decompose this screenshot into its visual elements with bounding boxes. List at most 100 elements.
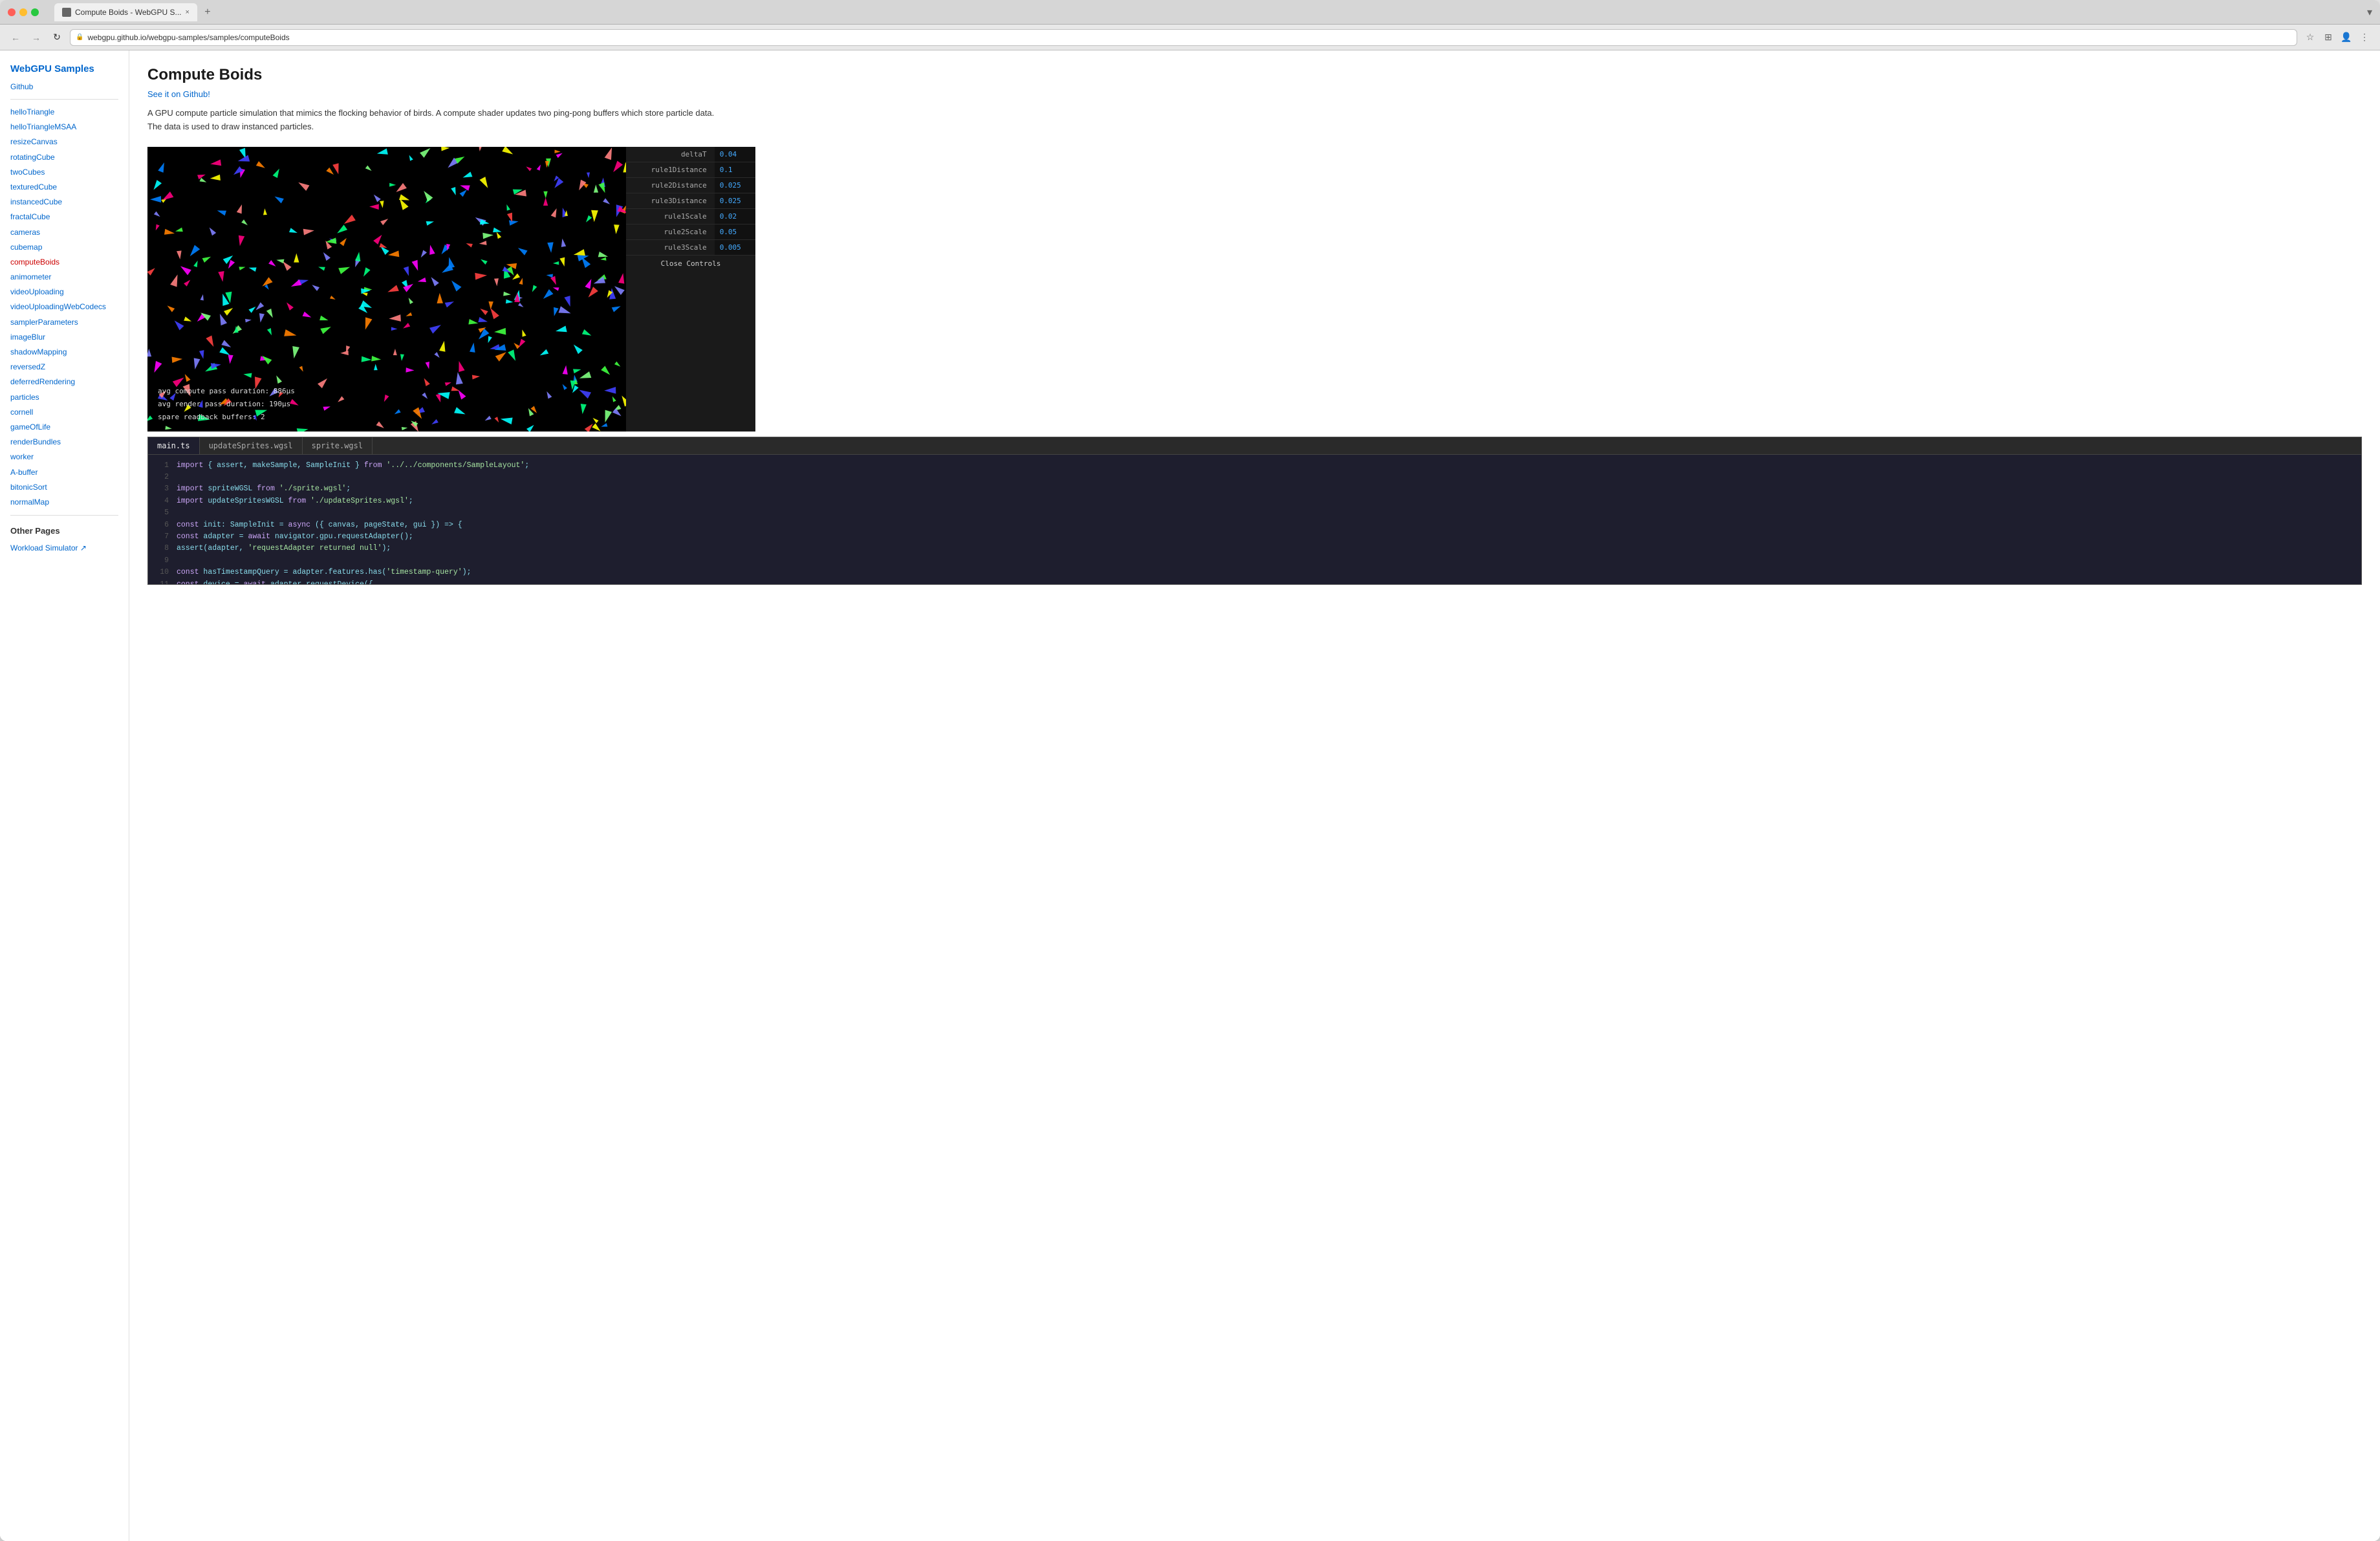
reload-button[interactable]: ↻	[49, 30, 65, 45]
sidebar-item-twoCubes[interactable]: twoCubes	[10, 165, 118, 180]
maximize-button[interactable]	[31, 8, 39, 16]
control-value-rule1Scale[interactable]: 0.02	[715, 208, 755, 224]
line-number: 9	[153, 555, 169, 567]
code-tab-main-ts[interactable]: main.ts	[148, 437, 200, 454]
tab-close-button[interactable]: ×	[186, 8, 189, 16]
address-bar[interactable]: 🔒 webgpu.github.io/webgpu-samples/sample…	[70, 29, 2297, 46]
stats-overlay: avg compute pass duration: 886µs avg ren…	[158, 385, 295, 423]
sidebar-item-instancedCube[interactable]: instancedCube	[10, 195, 118, 210]
sidebar-item-normalMap[interactable]: normalMap	[10, 495, 118, 510]
code-editor: 1 import { assert, makeSample, SampleInit…	[148, 455, 2361, 584]
browser-body: WebGPU Samples Github helloTrianglehello…	[0, 50, 2380, 1541]
line-number: 11	[153, 579, 169, 584]
control-value-rule3Scale[interactable]: 0.005	[715, 239, 755, 255]
sidebar-item-helloTriangleMSAA[interactable]: helloTriangleMSAA	[10, 120, 118, 135]
minimize-button[interactable]	[19, 8, 27, 16]
control-label-rule1Scale: rule1Scale	[626, 208, 715, 224]
controls-panel: deltaT0.04rule1Distance0.1rule2Distance0…	[626, 147, 755, 432]
render-pass-stat: avg render pass duration: 190µs	[158, 398, 295, 411]
close-controls-button[interactable]: Close Controls	[626, 256, 755, 272]
bookmark-icon[interactable]: ☆	[2302, 30, 2318, 45]
sidebar-divider-2	[10, 515, 118, 516]
sidebar-item-texturedCube[interactable]: texturedCube	[10, 180, 118, 195]
sidebar-item-samplerParameters[interactable]: samplerParameters	[10, 315, 118, 330]
line-content: import { assert, makeSample, SampleInit …	[177, 460, 529, 472]
sidebar: WebGPU Samples Github helloTrianglehello…	[0, 50, 129, 1541]
back-button[interactable]: ←	[8, 30, 23, 45]
sidebar-item-workload-simulator[interactable]: Workload Simulator ↗	[10, 541, 118, 556]
control-value-rule2Scale[interactable]: 0.05	[715, 224, 755, 239]
active-tab[interactable]: Compute Boids - WebGPU S... ×	[54, 3, 197, 21]
code-line: 7 const adapter = await navigator.gpu.re…	[148, 531, 2361, 543]
code-line: 2	[148, 472, 2361, 483]
sidebar-other-items: Workload Simulator ↗	[10, 541, 118, 556]
control-label-rule2Scale: rule2Scale	[626, 224, 715, 239]
sidebar-item-resizeCanvas[interactable]: resizeCanvas	[10, 135, 118, 149]
code-section: main.tsupdateSprites.wgslsprite.wgsl 1 im…	[147, 437, 2362, 585]
code-tab-list: main.tsupdateSprites.wgslsprite.wgsl	[148, 437, 2361, 455]
sidebar-item-cubemap[interactable]: cubemap	[10, 240, 118, 255]
demo-container: avg compute pass duration: 886µs avg ren…	[147, 147, 2362, 432]
line-number: 1	[153, 460, 169, 472]
control-value-rule2Distance[interactable]: 0.025	[715, 177, 755, 193]
tab-bar: Compute Boids - WebGPU S... × +	[54, 3, 2362, 21]
control-label-rule3Distance: rule3Distance	[626, 193, 715, 208]
line-number: 3	[153, 483, 169, 495]
code-line: 5	[148, 507, 2361, 519]
sidebar-item-videoUploadingWebCodecs[interactable]: videoUploadingWebCodecs	[10, 300, 118, 314]
sidebar-item-rotatingCube[interactable]: rotatingCube	[10, 150, 118, 165]
sidebar-item-reversedZ[interactable]: reversedZ	[10, 360, 118, 375]
profile-icon[interactable]: 👤	[2339, 30, 2354, 45]
code-line: 8 assert(adapter, 'requestAdapter return…	[148, 543, 2361, 554]
extensions-icon[interactable]: ⊞	[2320, 30, 2336, 45]
sidebar-item-gameOfLife[interactable]: gameOfLife	[10, 420, 118, 435]
menu-icon[interactable]: ⋮	[2357, 30, 2372, 45]
sidebar-item-deferredRendering[interactable]: deferredRendering	[10, 375, 118, 389]
sidebar-item-computeBoids[interactable]: computeBoids	[10, 255, 118, 270]
sidebar-item-fractalCube[interactable]: fractalCube	[10, 210, 118, 224]
code-tab-sprite[interactable]: sprite.wgsl	[303, 437, 373, 454]
control-value-rule1Distance[interactable]: 0.1	[715, 162, 755, 177]
line-content: assert(adapter, 'requestAdapter returned…	[177, 543, 391, 554]
sidebar-github-link[interactable]: Github	[10, 82, 118, 91]
sidebar-item-cornell[interactable]: cornell	[10, 405, 118, 420]
line-content: import spriteWGSL from './sprite.wgsl';	[177, 483, 351, 495]
sidebar-item-A-buffer[interactable]: A-buffer	[10, 465, 118, 480]
control-label-rule1Distance: rule1Distance	[626, 162, 715, 177]
close-button[interactable]	[8, 8, 16, 16]
control-label-rule2Distance: rule2Distance	[626, 177, 715, 193]
code-line: 1 import { assert, makeSample, SampleInit…	[148, 460, 2361, 472]
control-value-rule3Distance[interactable]: 0.025	[715, 193, 755, 208]
line-content: import updateSpritesWGSL from './updateS…	[177, 496, 413, 507]
github-link[interactable]: See it on Github!	[147, 89, 2362, 99]
main-content: Compute Boids See it on Github! A GPU co…	[129, 50, 2380, 1541]
sidebar-item-renderBundles[interactable]: renderBundles	[10, 435, 118, 450]
sidebar-item-helloTriangle[interactable]: helloTriangle	[10, 105, 118, 120]
sidebar-item-animometer[interactable]: animometer	[10, 270, 118, 285]
sidebar-item-videoUploading[interactable]: videoUploading	[10, 285, 118, 300]
nav-bar: ← → ↻ 🔒 webgpu.github.io/webgpu-samples/…	[0, 25, 2380, 50]
sidebar-item-cameras[interactable]: cameras	[10, 225, 118, 240]
line-number: 4	[153, 496, 169, 507]
line-number: 6	[153, 519, 169, 531]
control-label-deltaT: deltaT	[626, 147, 715, 162]
forward-button[interactable]: →	[28, 30, 44, 45]
control-row-deltaT: deltaT0.04	[626, 147, 755, 162]
control-value-deltaT[interactable]: 0.04	[715, 147, 755, 162]
sidebar-item-worker[interactable]: worker	[10, 450, 118, 464]
new-tab-button[interactable]: +	[200, 5, 215, 20]
sidebar-title[interactable]: WebGPU Samples	[10, 63, 118, 74]
page-title: Compute Boids	[147, 66, 2362, 84]
sidebar-nav: helloTrianglehelloTriangleMSAAresizeCanv…	[10, 105, 118, 510]
compute-pass-stat: avg compute pass duration: 886µs	[158, 385, 295, 398]
sidebar-item-bitonicSort[interactable]: bitonicSort	[10, 480, 118, 495]
sidebar-item-shadowMapping[interactable]: shadowMapping	[10, 345, 118, 360]
code-tab-updateSprites[interactable]: updateSprites.wgsl	[200, 437, 303, 454]
other-pages-title: Other Pages	[10, 526, 118, 536]
sidebar-item-imageBlur[interactable]: imageBlur	[10, 330, 118, 345]
page-description: A GPU compute particle simulation that m…	[147, 107, 730, 134]
browser-dropdown[interactable]: ▾	[2367, 6, 2372, 19]
url-text: webgpu.github.io/webgpu-samples/samples/…	[87, 33, 289, 42]
code-line: 9	[148, 555, 2361, 567]
sidebar-item-particles[interactable]: particles	[10, 390, 118, 405]
